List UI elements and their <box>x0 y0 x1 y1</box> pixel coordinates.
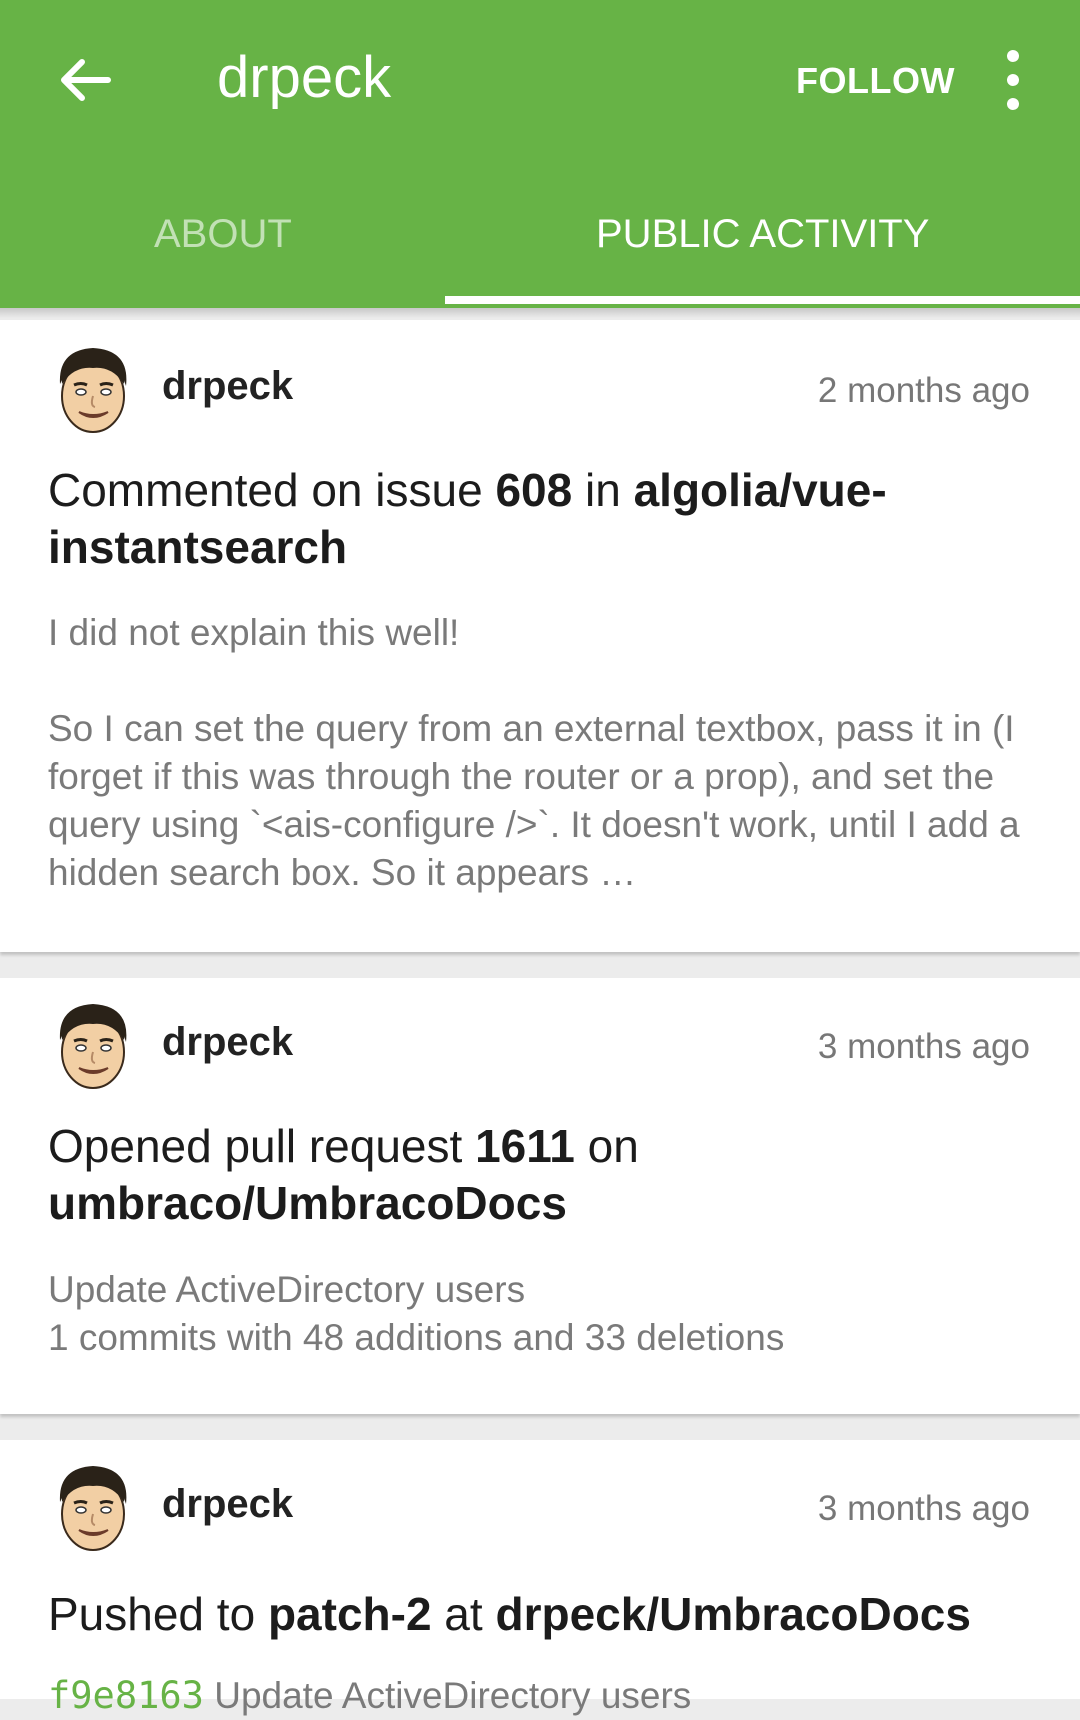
event-username[interactable]: drpeck <box>162 1020 293 1065</box>
event-description: Update ActiveDirectory users 1 commits w… <box>48 1269 785 1358</box>
activity-card[interactable]: drpeck 2 months ago Commented on issue 6… <box>0 320 1080 952</box>
activity-card[interactable]: drpeck 3 months ago Opened pull request … <box>0 978 1080 1414</box>
app-bar: drpeck FOLLOW ABOUT PUBLIC ACTIVITY <box>0 0 1080 308</box>
commit-line[interactable]: f9e8163 Update ActiveDirectory users <box>48 1672 1038 1720</box>
avatar[interactable] <box>50 1462 136 1554</box>
back-button[interactable] <box>48 48 120 112</box>
commit-sha[interactable]: f9e8163 <box>48 1674 204 1717</box>
more-options-icon[interactable] <box>995 50 1031 110</box>
event-username[interactable]: drpeck <box>162 1482 293 1527</box>
event-time: 3 months ago <box>817 1489 1030 1528</box>
avatar[interactable] <box>50 344 136 436</box>
event-time: 3 months ago <box>817 1027 1030 1066</box>
event-headline[interactable]: Pushed to patch-2 at drpeck/UmbracoDocs <box>48 1586 1038 1643</box>
event-comment: I did not explain this well! So I can se… <box>48 612 1020 893</box>
tab-about[interactable]: ABOUT <box>154 212 292 257</box>
activity-card[interactable]: drpeck 3 months ago Pushed to patch-2 at… <box>0 1440 1080 1717</box>
commit-message: Update ActiveDirectory users <box>203 1675 692 1716</box>
event-headline[interactable]: Commented on issue 608 in algolia/vue-in… <box>48 462 1038 576</box>
follow-button[interactable]: FOLLOW <box>796 60 955 102</box>
tab-public-activity[interactable]: PUBLIC ACTIVITY <box>596 212 929 257</box>
event-time: 2 months ago <box>817 371 1030 410</box>
tab-indicator <box>445 296 1080 304</box>
app-bar-shadow <box>0 308 1080 318</box>
page-title: drpeck <box>217 45 392 110</box>
avatar[interactable] <box>50 1000 136 1092</box>
event-headline[interactable]: Opened pull request 1611 on umbraco/Umbr… <box>48 1118 1038 1232</box>
event-username[interactable]: drpeck <box>162 364 293 409</box>
arrow-back-icon <box>61 59 111 101</box>
